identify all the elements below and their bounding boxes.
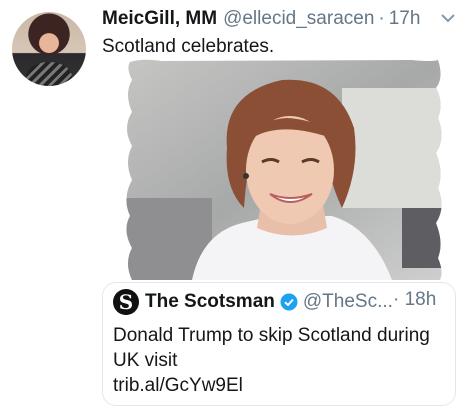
tweet-text: Scotland celebrates. (102, 36, 275, 57)
quoted-author-handle[interactable]: @TheSc... (303, 291, 393, 313)
quoted-text-line-2: UK visit (113, 350, 178, 371)
scotsman-logo-icon[interactable]: S (113, 289, 139, 315)
quoted-link[interactable]: trib.al/GcYw9El (113, 373, 449, 398)
quoted-separator-dot: · (393, 289, 400, 310)
quoted-tweet-card[interactable]: S The Scotsman @TheSc... · 18h Donald Tr… (102, 282, 456, 406)
chevron-down-icon[interactable] (440, 10, 456, 26)
verified-badge-icon (280, 293, 298, 311)
quoted-text-line-1: Donald Trump to skip Scotland during (113, 325, 430, 346)
author-handle[interactable]: @ellecid_saracen (223, 8, 374, 29)
photo-image (126, 59, 442, 280)
quoted-tweet-text: Donald Trump to skip Scotland during UK … (113, 323, 449, 398)
quoted-time-value: 18h (404, 289, 437, 310)
tweet-time[interactable]: 17h (389, 8, 421, 29)
avatar-shirt (26, 62, 72, 86)
profile-avatar[interactable] (12, 12, 86, 86)
quoted-tweet-time[interactable]: · 18h (393, 289, 436, 311)
author-name[interactable]: MeicGill, MM (102, 8, 217, 29)
separator-dot: · (378, 8, 385, 29)
quoted-author-name[interactable]: The Scotsman (145, 291, 275, 313)
quoted-tweet-header: S The Scotsman @TheSc... (113, 289, 393, 315)
attached-photo[interactable] (122, 58, 444, 280)
tweet-header: MeicGill, MM @ellecid_saracen · 17h (102, 8, 420, 30)
